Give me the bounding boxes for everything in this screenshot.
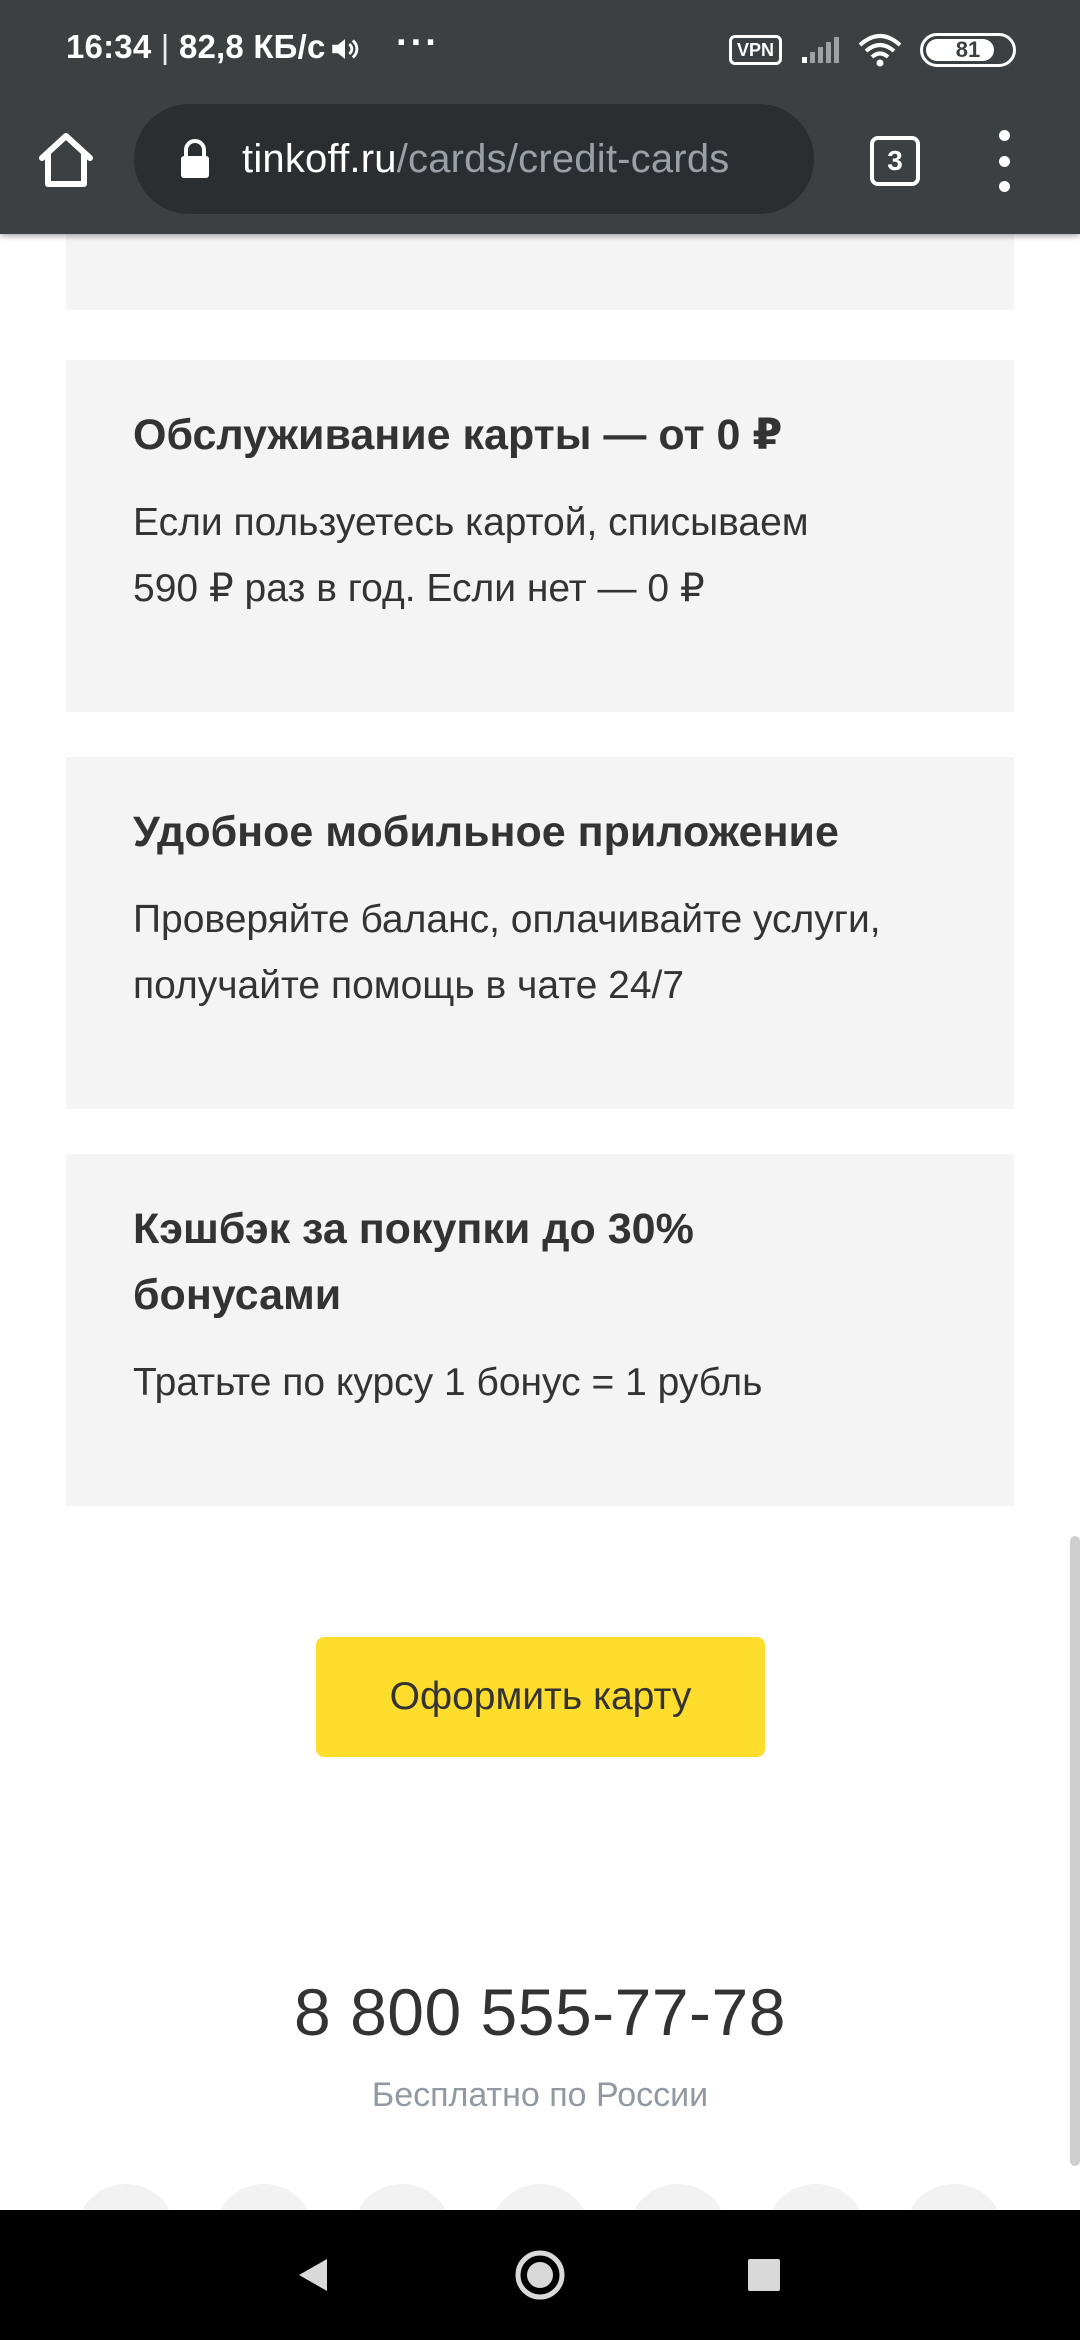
status-bar: 16:34 | 82,8 КБ/с ··· VPN 81	[0, 0, 1080, 96]
more-vert-icon[interactable]	[984, 130, 1024, 192]
feature-text-line: Проверяйте баланс, оплачивайте услуги,	[133, 898, 881, 941]
battery-icon: 81	[920, 33, 1016, 67]
vpn-icon: VPN	[728, 35, 782, 65]
lock-icon	[181, 139, 209, 178]
contact-phone-note: Бесплатно по России	[371, 2076, 709, 2114]
status-separator: |	[160, 28, 170, 65]
contact-phone[interactable]: 8 800 555-77-78	[0, 1974, 1080, 2050]
back-triangle-icon	[299, 2259, 327, 2291]
wifi-icon	[858, 34, 902, 67]
page-content: Обслуживание карты — от 0 ₽ Если пользуе…	[0, 214, 1080, 2214]
feature-card-app: Удобное мобильное приложение Проверяйте …	[66, 757, 1014, 1109]
recents-square-icon	[748, 2259, 780, 2291]
url-text: tinkoff.ru/cards/credit-cards	[242, 137, 729, 182]
home-circle-icon	[515, 2250, 565, 2300]
feature-title-line: Кэшбэк за покупки до 30%	[133, 1205, 694, 1253]
screen: 16:34 | 82,8 КБ/с ··· VPN 81 tinkoff.ru/…	[0, 0, 1080, 2340]
feature-text-line: 590 ₽ раз в год. Если нет — 0 ₽	[133, 567, 705, 610]
browser-chrome: 16:34 | 82,8 КБ/с ··· VPN 81 tinkoff.ru/…	[0, 0, 1080, 234]
network-speed: 82,8 КБ/с	[178, 28, 326, 65]
feature-title-line: бонусами	[133, 1271, 342, 1319]
page-scrollbar[interactable]	[1070, 1536, 1080, 2166]
address-bar[interactable]: tinkoff.ru/cards/credit-cards	[134, 104, 814, 214]
feature-title: Обслуживание карты — от 0 ₽	[133, 411, 783, 459]
nav-back-button[interactable]	[280, 2242, 346, 2308]
home-icon	[39, 133, 93, 187]
status-time: 16:34	[66, 28, 152, 65]
system-navigation-bar	[0, 2210, 1080, 2340]
feature-card-cashback: Кэшбэк за покупки до 30% бонусами Тратьт…	[66, 1154, 1014, 1506]
url-path: /cards/credit-cards	[396, 136, 730, 181]
feature-text-line: получайте помощь в чате 24/7	[133, 964, 685, 1007]
feature-text-line: Если пользуетесь картой, списываем	[133, 501, 809, 544]
status-time-and-speed: 16:34 | 82,8 КБ/с	[66, 28, 326, 66]
cellular-signal-icon	[802, 37, 839, 63]
battery-level: 81	[955, 37, 981, 62]
speaker-icon	[332, 39, 359, 59]
feature-card-service: Обслуживание карты — от 0 ₽ Если пользуе…	[66, 360, 1014, 712]
status-more-indicator: ···	[396, 22, 440, 64]
feature-text: Тратьте по курсу 1 бонус = 1 рубль	[133, 1361, 763, 1404]
browser-toolbar: tinkoff.ru/cards/credit-cards 3	[0, 96, 1080, 234]
tab-switcher-button[interactable]: 3	[870, 136, 920, 186]
browser-home-button[interactable]	[30, 124, 102, 196]
apply-card-button[interactable]: Оформить карту	[316, 1637, 765, 1757]
url-host: tinkoff.ru	[242, 136, 397, 181]
social-links-row	[76, 2174, 1006, 2214]
feature-title: Удобное мобильное приложение	[133, 808, 839, 856]
nav-home-button[interactable]	[507, 2242, 573, 2308]
status-right-icons: VPN 81	[728, 30, 1016, 70]
nav-recents-button[interactable]	[731, 2242, 797, 2308]
